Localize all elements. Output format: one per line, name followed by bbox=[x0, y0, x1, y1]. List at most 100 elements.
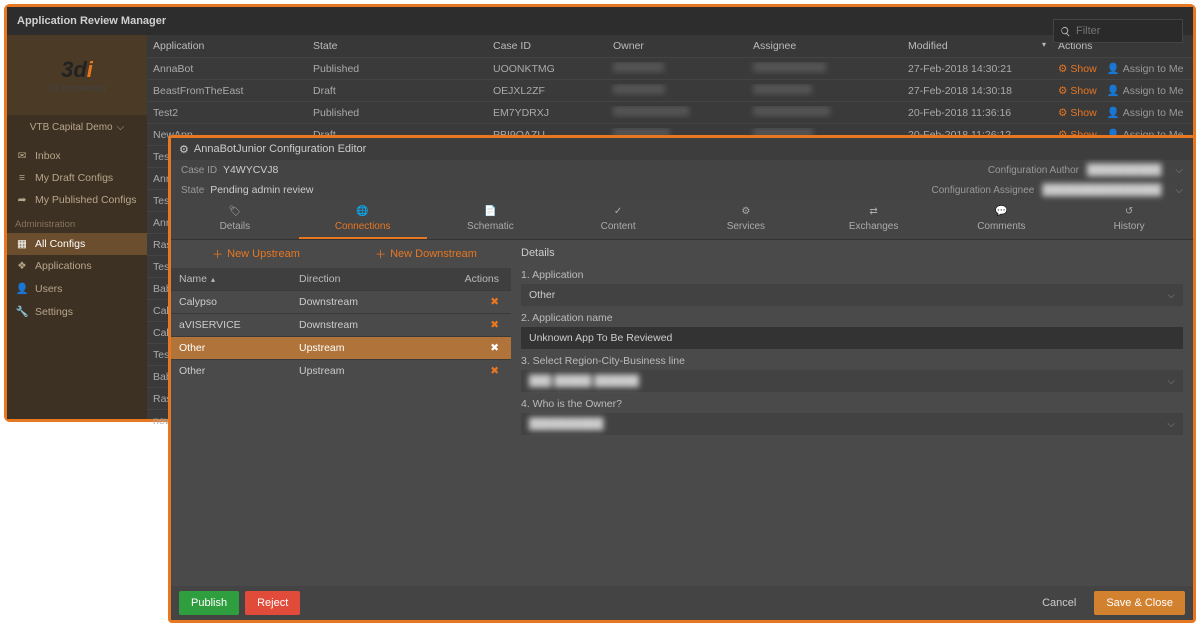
filter-box[interactable] bbox=[1053, 19, 1183, 43]
nav-item-drafts[interactable]: ≡ My Draft Configs bbox=[7, 167, 147, 189]
logo-subtitle: 3d innovations bbox=[48, 83, 106, 93]
comment-icon: 💬 bbox=[995, 206, 1007, 219]
conn-col-direction[interactable]: Direction bbox=[299, 273, 459, 285]
q1-field[interactable]: Other⌵ bbox=[521, 284, 1183, 306]
modal-header: ⚙ AnnaBotJunior Configuration Editor bbox=[171, 138, 1193, 160]
modal-tabs: 🏷Details 🌐Connections 📄Schematic ✓Conten… bbox=[171, 200, 1193, 240]
tab-history[interactable]: ↺History bbox=[1065, 200, 1193, 239]
tag-icon: 🏷 bbox=[229, 206, 242, 219]
show-link[interactable]: ⚙Show bbox=[1058, 106, 1097, 119]
logo-text-2: i bbox=[87, 57, 93, 82]
table-row[interactable]: AnnaBotPublishedUOONKTMG27-Feb-2018 14:3… bbox=[147, 57, 1193, 79]
nav-item-inbox[interactable]: ✉Inbox bbox=[7, 145, 147, 167]
context-selector[interactable]: VTB Capital Demo bbox=[7, 115, 147, 139]
tab-exchanges[interactable]: ⇄Exchanges bbox=[810, 200, 938, 239]
assign-link[interactable]: 👤Assign to Me bbox=[1107, 106, 1184, 119]
tab-connections[interactable]: 🌐Connections bbox=[299, 200, 427, 239]
conn-direction: Downstream bbox=[299, 319, 459, 331]
tab-schematic[interactable]: 📄Schematic bbox=[427, 200, 555, 239]
chevron-down-icon: ⌵ bbox=[1167, 376, 1175, 387]
conn-direction: Upstream bbox=[299, 365, 459, 377]
back-header: Application Review Manager bbox=[7, 7, 1193, 35]
meta-state-label: State bbox=[181, 185, 204, 196]
reject-button[interactable]: Reject bbox=[245, 591, 300, 615]
col-caseid[interactable]: Case ID bbox=[487, 40, 607, 52]
conn-col-name[interactable]: Name▴ bbox=[179, 273, 299, 285]
search-icon bbox=[1060, 26, 1071, 37]
conn-row[interactable]: OtherUpstream ✖ bbox=[171, 359, 511, 382]
new-upstream-button[interactable]: ＋New Upstream bbox=[171, 240, 341, 268]
col-assignee[interactable]: Assignee bbox=[747, 40, 902, 52]
gear-icon: ⚙ bbox=[179, 143, 189, 156]
save-close-button[interactable]: Save & Close bbox=[1094, 591, 1185, 615]
conn-row[interactable]: CalypsoDownstream✖ bbox=[171, 290, 511, 313]
details-panel: Details 1. Application Other⌵ 2. Applica… bbox=[511, 240, 1193, 586]
gear-icon: ⚙ bbox=[1058, 85, 1067, 97]
plus-icon: ＋ bbox=[375, 246, 386, 262]
delete-icon[interactable]: ✖ bbox=[490, 296, 499, 308]
nav-item-applications[interactable]: ❖Applications bbox=[7, 255, 147, 277]
cell-app: Test2 bbox=[147, 107, 307, 119]
share-icon: ➦ bbox=[15, 194, 29, 206]
q1-label: 1. Application bbox=[521, 269, 1183, 281]
q3-field[interactable]: ███ █████ ██████⌵ bbox=[521, 370, 1183, 392]
connections-panel: ＋New Upstream ＋New Downstream Name▴ Dire… bbox=[171, 240, 511, 586]
col-state[interactable]: State bbox=[307, 40, 487, 52]
chevron-down-icon[interactable]: ⌵ bbox=[1175, 165, 1183, 176]
show-link[interactable]: ⚙Show bbox=[1058, 62, 1097, 75]
cancel-button[interactable]: Cancel bbox=[1030, 591, 1088, 615]
nav-item-settings[interactable]: 🔧Settings bbox=[7, 300, 147, 323]
nav-label: Inbox bbox=[35, 150, 61, 162]
assign-link[interactable]: 👤Assign to Me bbox=[1107, 84, 1184, 97]
delete-icon[interactable]: ✖ bbox=[490, 342, 499, 354]
nav-item-users[interactable]: 👤Users bbox=[7, 277, 147, 300]
nav-label: My Draft Configs bbox=[35, 172, 113, 184]
filter-input[interactable] bbox=[1076, 25, 1166, 37]
gear-icon: ⚙ bbox=[1058, 107, 1067, 119]
modal-footer: Publish Reject Cancel Save & Close bbox=[171, 586, 1193, 620]
table-row[interactable]: BeastFromTheEastDraftOEJXL2ZF27-Feb-2018… bbox=[147, 79, 1193, 101]
tab-comments[interactable]: 💬Comments bbox=[938, 200, 1066, 239]
q2-field[interactable]: Unknown App To Be Reviewed bbox=[521, 327, 1183, 349]
tab-services[interactable]: ⚙Services bbox=[682, 200, 810, 239]
cell-app: AnnaBot bbox=[147, 63, 307, 75]
conn-col-actions: Actions bbox=[459, 273, 499, 285]
list-icon: ≡ bbox=[15, 172, 29, 184]
modal-meta-row2: State Pending admin review Configuration… bbox=[171, 180, 1193, 200]
cell-modified: 27-Feb-2018 14:30:18 bbox=[902, 85, 1052, 97]
user-icon: 👤 bbox=[1107, 106, 1120, 119]
wrench-icon: 🔧 bbox=[15, 305, 29, 318]
col-modified[interactable]: Modified▾ bbox=[902, 40, 1052, 52]
conn-name: Other bbox=[179, 365, 299, 377]
cell-assignee bbox=[747, 84, 902, 97]
cell-case: UOONKTMG bbox=[487, 63, 607, 75]
table-row[interactable]: Test2PublishedEM7YDRXJ20-Feb-2018 11:36:… bbox=[147, 101, 1193, 123]
conn-name: Other bbox=[179, 342, 299, 354]
tab-details[interactable]: 🏷Details bbox=[171, 200, 299, 239]
nav-item-allconfigs[interactable]: ▦All Configs bbox=[7, 233, 147, 255]
show-link[interactable]: ⚙Show bbox=[1058, 84, 1097, 97]
new-downstream-button[interactable]: ＋New Downstream bbox=[341, 240, 511, 268]
q4-field[interactable]: ██████████⌵ bbox=[521, 413, 1183, 435]
cell-modified: 20-Feb-2018 11:36:16 bbox=[902, 107, 1052, 119]
conn-direction: Upstream bbox=[299, 342, 459, 354]
cell-owner bbox=[607, 84, 747, 97]
delete-icon[interactable]: ✖ bbox=[490, 365, 499, 377]
history-icon: ↺ bbox=[1125, 206, 1133, 219]
col-owner[interactable]: Owner bbox=[607, 40, 747, 52]
assign-link[interactable]: 👤Assign to Me bbox=[1107, 62, 1184, 75]
exchange-icon: ⇄ bbox=[869, 206, 877, 219]
publish-button[interactable]: Publish bbox=[179, 591, 239, 615]
chevron-down-icon: ⌵ bbox=[1167, 290, 1175, 301]
nav-item-published[interactable]: ➦My Published Configs bbox=[7, 189, 147, 211]
chevron-down-icon[interactable]: ⌵ bbox=[1175, 185, 1183, 196]
user-icon: 👤 bbox=[1107, 84, 1120, 97]
conn-row[interactable]: aVISERVICEDownstream✖ bbox=[171, 313, 511, 336]
tab-content[interactable]: ✓Content bbox=[554, 200, 682, 239]
conn-row[interactable]: OtherUpstream ✖ bbox=[171, 336, 511, 359]
cell-state: Published bbox=[307, 63, 487, 75]
col-application[interactable]: Application bbox=[147, 40, 307, 52]
logo: 3di 3d innovations bbox=[7, 35, 147, 115]
delete-icon[interactable]: ✖ bbox=[490, 319, 499, 331]
cell-actions: ⚙Show 👤Assign to Me bbox=[1052, 106, 1192, 119]
